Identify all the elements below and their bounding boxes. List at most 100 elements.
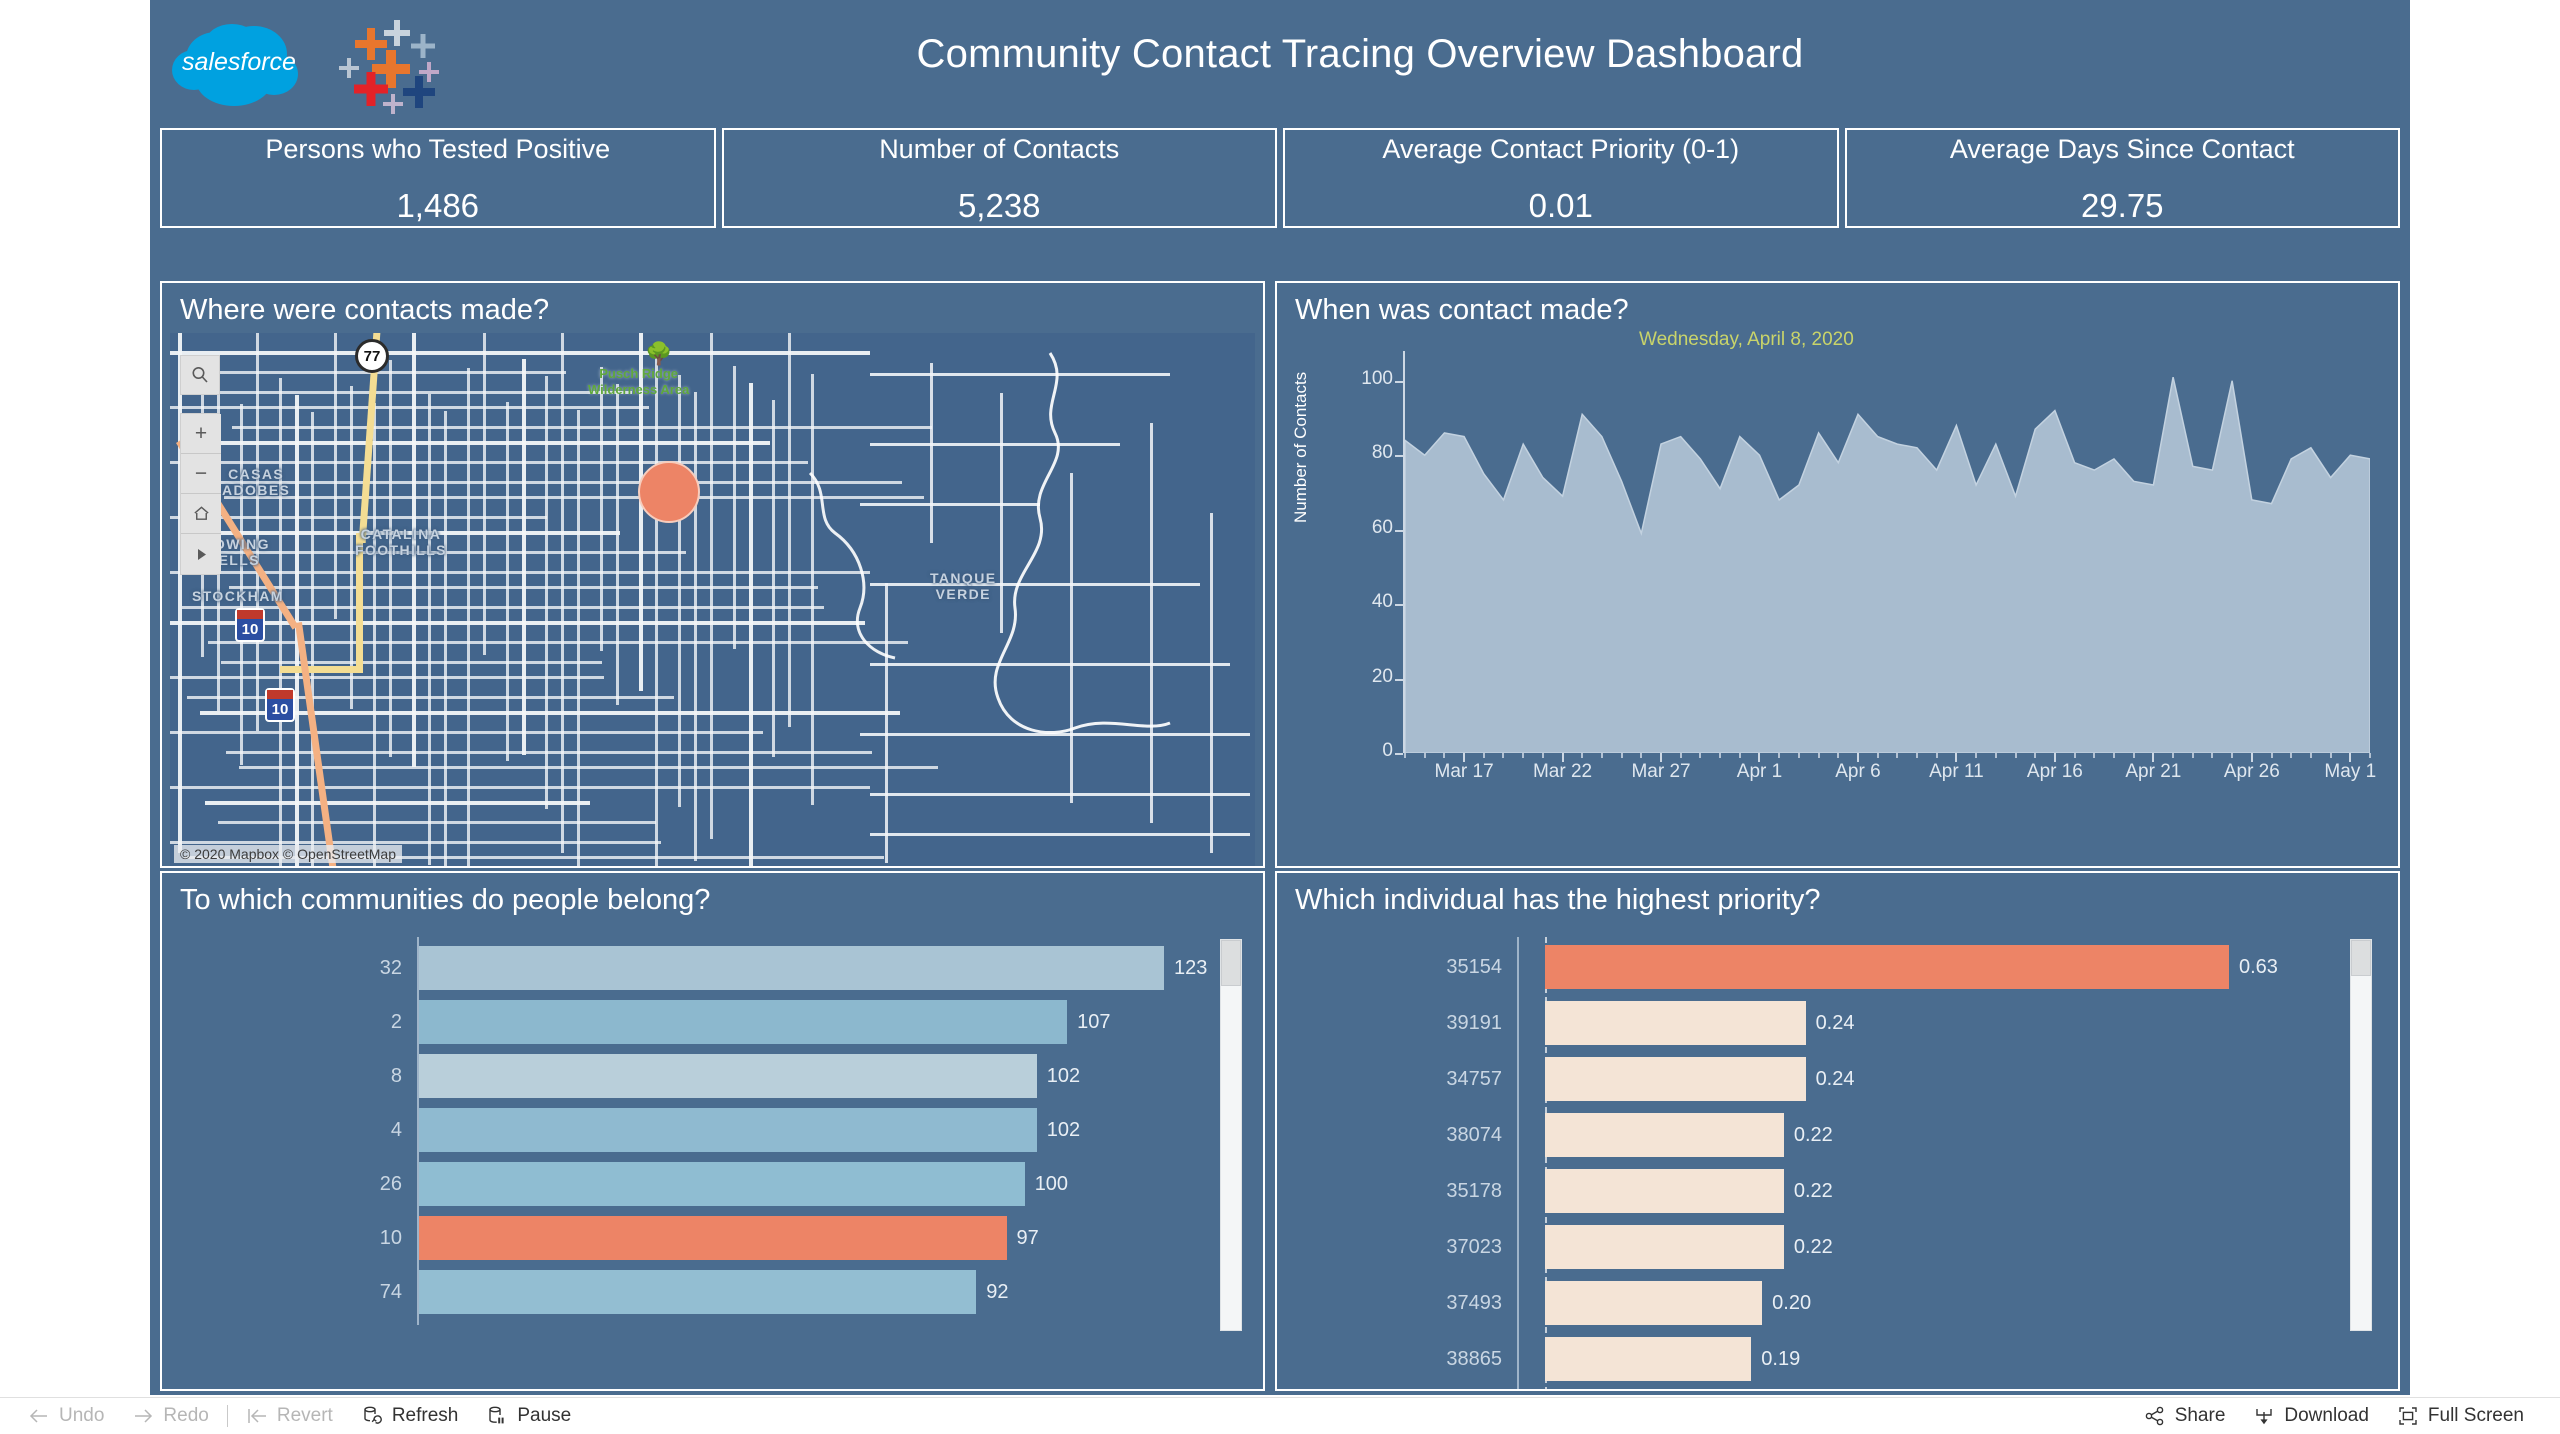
map-road [232, 426, 932, 429]
share-button[interactable]: Share [2130, 1398, 2240, 1434]
bar-segment[interactable] [419, 1216, 1007, 1260]
map-road [239, 766, 938, 769]
priority-scrollbar[interactable] [2350, 939, 2372, 1331]
map-road [311, 412, 314, 866]
fullscreen-button[interactable]: Full Screen [2383, 1398, 2538, 1434]
bottom-toolbar[interactable]: Undo Redo Revert Refresh Pause Share Dow… [0, 1397, 2560, 1434]
pan-icon[interactable] [181, 534, 221, 574]
map-road [561, 333, 564, 853]
search-icon[interactable] [180, 355, 220, 395]
share-icon [2144, 1405, 2166, 1427]
bar-value-label: 102 [1046, 1065, 1081, 1087]
communities-scrollbar[interactable] [1220, 939, 1242, 1331]
bar-row[interactable]: 37493 0.20 [1277, 1275, 2398, 1331]
map-data-mark[interactable] [638, 461, 700, 523]
x-axis-minor-tick [2250, 753, 2253, 758]
bar-row[interactable]: 32 123 [162, 941, 1263, 995]
bar-row[interactable]: 39191 0.24 [1277, 995, 2398, 1051]
communities-bar-chart[interactable]: 32 123 2 107 8 102 4 102 26 100 10 97 74 92 [162, 929, 1263, 1389]
bar-row[interactable]: 35154 0.63 [1277, 939, 2398, 995]
panel-communities[interactable]: To which communities do people belong? 3… [160, 871, 1265, 1391]
x-axis-tick-label: Apr 16 [2026, 761, 2083, 782]
bar-row[interactable]: 26 100 [162, 1157, 1263, 1211]
pause-button[interactable]: Pause [472, 1398, 585, 1434]
bar-row[interactable]: 8 102 [162, 1049, 1263, 1103]
x-axis-minor-tick [1679, 753, 1682, 758]
x-axis-minor-tick [1994, 753, 1997, 758]
priority-bar-chart[interactable]: 35154 0.63 39191 0.24 34757 0.24 38074 0.22 3517… [1277, 929, 2398, 1389]
kpi-card-persons-tested-positive[interactable]: Persons who Tested Positive 1,486 [160, 128, 716, 228]
bar-segment[interactable] [1545, 945, 2229, 989]
bar-row[interactable]: 34757 0.24 [1277, 1051, 2398, 1107]
kpi-card-average-contact-priority[interactable]: Average Contact Priority (0-1) 0.01 [1283, 128, 1839, 228]
zoom-out-icon[interactable]: − [181, 454, 221, 494]
bar-segment[interactable] [1545, 1337, 1752, 1381]
bar-segment[interactable] [1545, 1169, 1784, 1213]
bar-category-label: 10 [379, 1227, 402, 1249]
map-road [860, 503, 1040, 506]
undo-button[interactable]: Undo [14, 1398, 118, 1434]
kpi-card-average-days-since-contact[interactable]: Average Days Since Contact 29.75 [1844, 128, 2400, 228]
redo-button[interactable]: Redo [118, 1398, 222, 1434]
y-axis-tick-label: 100 [1361, 367, 1393, 389]
map-road [428, 394, 431, 865]
bar-row[interactable]: 35178 0.22 [1277, 1163, 2398, 1219]
bar-row[interactable]: 74 92 [162, 1265, 1263, 1319]
map-controls[interactable]: + − [180, 355, 221, 575]
map-road [170, 571, 870, 574]
x-axis-minor-tick [1404, 753, 1406, 758]
bar-segment[interactable] [419, 1270, 977, 1314]
map-label-pusch-ridge: Pusch Ridge Wilderness Area [588, 366, 690, 397]
bar-segment[interactable] [419, 946, 1164, 990]
bar-row[interactable]: 38865 0.19 [1277, 1331, 2398, 1387]
bar-segment[interactable] [419, 1108, 1037, 1152]
bar-segment[interactable] [1545, 1113, 1784, 1157]
panel-time-series[interactable]: When was contact made? Number of Contact… [1275, 281, 2400, 868]
panel-title-time: When was contact made? [1295, 294, 1629, 326]
communities-scrollbar-thumb[interactable] [1221, 940, 1241, 986]
zoom-in-icon[interactable]: + [181, 414, 221, 454]
bar-segment[interactable] [419, 1162, 1025, 1206]
x-axis-minor-tick [1502, 753, 1505, 758]
bar-segment[interactable] [1545, 1281, 1763, 1325]
priority-scrollbar-thumb[interactable] [2351, 940, 2371, 976]
x-axis-minor-tick [1620, 753, 1623, 758]
bar-row[interactable]: 37023 0.22 [1277, 1219, 2398, 1275]
map-label-catalina-foothills: CATALINA FOOTHILLS [355, 526, 447, 559]
map-road [206, 391, 632, 394]
bar-category-label: 4 [390, 1119, 402, 1141]
bar-segment[interactable] [1545, 1225, 1784, 1269]
bar-segment[interactable] [1545, 1057, 1806, 1101]
toolbar-right-group: Share Download Full Screen [2130, 1398, 2560, 1434]
y-axis-tick-mark [1395, 380, 1403, 383]
bar-row[interactable]: 4 102 [162, 1103, 1263, 1157]
bar-segment[interactable] [419, 1054, 1037, 1098]
x-axis-minor-tick [2132, 753, 2135, 758]
bar-category-label: 35154 [1446, 956, 1502, 978]
bar-category-label: 38865 [1446, 1348, 1502, 1370]
map-road [870, 373, 1170, 376]
panel-map[interactable]: Where were contacts made? 77 10 10 CASAS… [160, 281, 1265, 868]
x-axis-minor-tick [1443, 753, 1446, 758]
home-icon[interactable] [181, 494, 221, 534]
map-road [772, 400, 775, 757]
area-chart[interactable]: Number of Contacts 0 20 40 60 80 100 Wednesda… [1277, 329, 2398, 866]
toolbar-left-group: Undo Redo Revert Refresh Pause [0, 1398, 585, 1434]
map-canvas[interactable]: 77 10 10 CASAS ADOBES CATALINA FOOTHILLS F… [170, 333, 1255, 866]
refresh-button[interactable]: Refresh [347, 1398, 473, 1434]
bar-row[interactable]: 10 97 [162, 1211, 1263, 1265]
kpi-card-number-of-contacts[interactable]: Number of Contacts 5,238 [721, 128, 1277, 228]
map-zoom-group[interactable]: + − [180, 413, 221, 575]
bar-segment[interactable] [419, 1000, 1068, 1044]
svg-text:salesforce: salesforce [182, 48, 296, 76]
map-road [1000, 393, 1003, 633]
x-axis-minor-tick [1738, 753, 1741, 758]
download-button[interactable]: Download [2239, 1398, 2383, 1434]
bar-row[interactable]: 2 107 [162, 995, 1263, 1049]
x-axis-minor-tick [1699, 753, 1702, 758]
panel-priority[interactable]: Which individual has the highest priorit… [1275, 871, 2400, 1391]
revert-button[interactable]: Revert [232, 1398, 347, 1434]
bar-segment[interactable] [1545, 1001, 1806, 1045]
bar-row[interactable]: 38074 0.22 [1277, 1107, 2398, 1163]
bar-category-label: 37493 [1446, 1292, 1502, 1314]
